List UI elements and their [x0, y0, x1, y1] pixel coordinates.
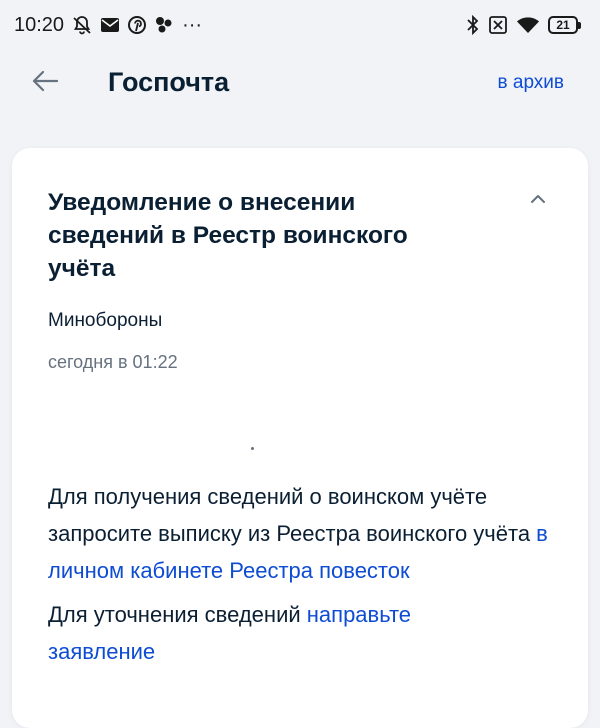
- message-paragraph-2: Для уточнения сведений направьте заявлен…: [48, 596, 518, 670]
- status-bar: 10:20 ··· 21: [0, 0, 600, 50]
- paragraph-1-text: Для получения сведений о воинском учёте …: [48, 484, 537, 546]
- message-paragraph-1: Для получения сведений о воинском учёте …: [48, 478, 558, 589]
- app-bar: Госпочта в архив: [0, 52, 600, 114]
- paragraph-2-text: Для уточнения сведений: [48, 602, 307, 627]
- message-card: Уведомление о внесении сведений в Реестр…: [12, 148, 588, 728]
- archive-button[interactable]: в архив: [498, 72, 565, 94]
- chevron-up-icon: [530, 191, 546, 209]
- dots-cluster-icon: [154, 16, 174, 34]
- pinterest-icon: [128, 16, 147, 34]
- collapse-button[interactable]: [526, 188, 550, 212]
- status-more: ···: [182, 13, 203, 36]
- arrow-left-icon: [31, 69, 59, 98]
- battery-level: 21: [556, 18, 570, 32]
- status-bar-right: 21: [466, 15, 581, 35]
- separator-dot: [251, 447, 254, 450]
- message-date: сегодня в 01:22: [48, 352, 178, 372]
- wifi-icon: [516, 15, 540, 35]
- page-title: Госпочта: [108, 67, 230, 97]
- battery-icon: 21: [548, 16, 581, 34]
- bluetooth-icon: [466, 15, 480, 35]
- mail-icon: [100, 17, 120, 33]
- status-time: 10:20: [14, 13, 65, 36]
- message-sender: Минобороны: [48, 310, 163, 331]
- status-bar-left: 10:20 ···: [14, 14, 202, 37]
- bell-off-icon: [72, 15, 92, 35]
- message-title: Уведомление о внесении сведений в Реестр…: [48, 189, 408, 282]
- back-button[interactable]: [28, 66, 62, 100]
- no-sim-icon: [488, 15, 508, 35]
